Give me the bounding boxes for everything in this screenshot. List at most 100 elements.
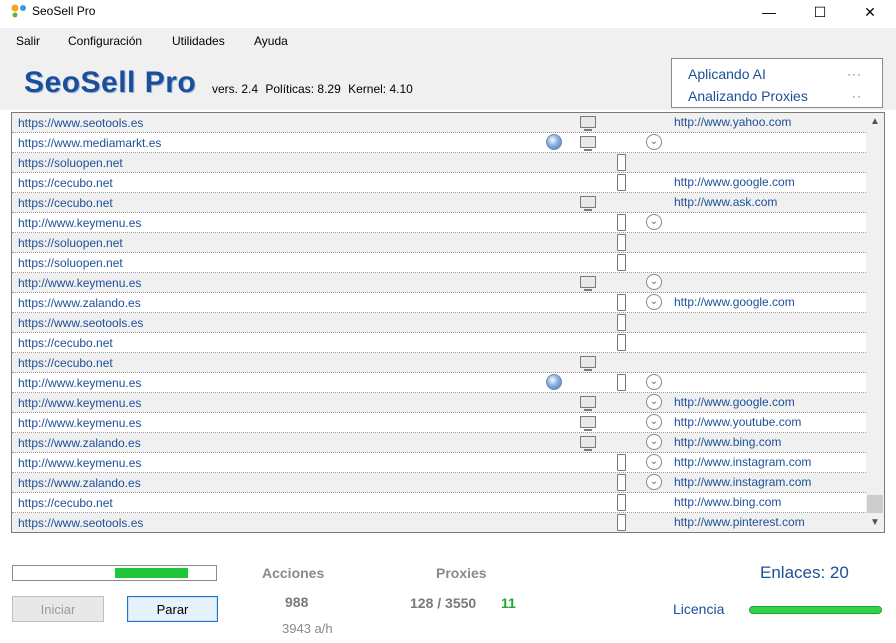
row-url: https://cecubo.net bbox=[18, 356, 113, 370]
chevron-up-icon[interactable]: ▲ bbox=[866, 113, 884, 131]
actions-rate: 3943 a/h bbox=[282, 621, 333, 636]
row-engine: http://www.google.com bbox=[674, 395, 795, 409]
table-row[interactable]: https://cecubo.net http://www.ask.com bbox=[12, 193, 866, 213]
row-url: https://www.seotools.es bbox=[18, 116, 144, 130]
row-url: http://www.keymenu.es bbox=[18, 456, 142, 470]
maximize-button[interactable]: ☐ bbox=[797, 0, 843, 24]
desktop-icon bbox=[580, 436, 596, 451]
row-engine: http://www.ask.com bbox=[674, 195, 778, 209]
mobile-icon bbox=[617, 254, 626, 271]
status-dots-proxies: ·· bbox=[852, 89, 862, 103]
chevron-circle-icon: ⌄ bbox=[646, 134, 662, 150]
table-row[interactable]: https://www.seotools.es http://www.yahoo.… bbox=[12, 113, 866, 133]
row-engine: http://www.instagram.com bbox=[674, 475, 812, 489]
row-url: https://www.zalando.es bbox=[18, 476, 141, 490]
scroll-thumb[interactable] bbox=[867, 495, 883, 513]
row-engine: http://www.google.com bbox=[674, 175, 795, 189]
table-row[interactable]: https://www.seotools.es http://www.pinter… bbox=[12, 513, 866, 532]
proxies-active: 11 bbox=[501, 595, 516, 611]
close-button[interactable]: ✕ bbox=[847, 0, 893, 24]
chevron-circle-icon: ⌄ bbox=[646, 414, 662, 430]
status-panel: Aplicando AI ··· Analizando Proxies ·· bbox=[671, 58, 883, 108]
mobile-icon bbox=[617, 154, 626, 171]
table-row[interactable]: http://www.keymenu.es ⌄ bbox=[12, 273, 866, 293]
table-row[interactable]: https://cecubo.net bbox=[12, 353, 866, 373]
row-engine: http://www.yahoo.com bbox=[674, 115, 792, 129]
license-bar bbox=[749, 606, 882, 614]
row-url: https://cecubo.net bbox=[18, 496, 113, 510]
row-url: https://www.zalando.es bbox=[18, 436, 141, 450]
menu-bar: Salir Configuración Utilidades Ayuda bbox=[0, 28, 896, 54]
mobile-icon bbox=[617, 234, 626, 251]
mobile-icon bbox=[617, 374, 626, 391]
table-row[interactable]: https://www.zalando.es ⌄ http://www.google… bbox=[12, 293, 866, 313]
proxies-value: 128 / 3550 bbox=[410, 595, 477, 611]
table-row[interactable]: https://www.zalando.es ⌄ http://www.instag… bbox=[12, 473, 866, 493]
brand-title: SeoSell Pro bbox=[24, 66, 197, 99]
table-row[interactable]: http://www.keymenu.es ⌄ bbox=[12, 373, 866, 393]
mobile-icon bbox=[617, 474, 626, 491]
menu-ayuda[interactable]: Ayuda bbox=[254, 34, 288, 48]
row-url: https://cecubo.net bbox=[18, 176, 113, 190]
mobile-icon bbox=[617, 454, 626, 471]
menu-configuracion[interactable]: Configuración bbox=[68, 34, 142, 48]
window-title: SeoSell Pro bbox=[32, 4, 96, 18]
chevron-circle-icon: ⌄ bbox=[646, 214, 662, 230]
chevron-circle-icon: ⌄ bbox=[646, 394, 662, 410]
status-line-proxies: Analizando Proxies bbox=[688, 88, 808, 104]
stop-button[interactable]: Parar bbox=[127, 596, 218, 622]
table-row[interactable]: https://cecubo.net bbox=[12, 333, 866, 353]
row-url: https://www.seotools.es bbox=[18, 316, 144, 330]
table-row[interactable]: https://cecubo.net http://www.bing.com bbox=[12, 493, 866, 513]
table-row[interactable]: https://soluopen.net bbox=[12, 253, 866, 273]
status-line-ai: Aplicando AI bbox=[688, 66, 766, 82]
mobile-icon bbox=[617, 174, 626, 191]
row-engine: http://www.bing.com bbox=[674, 435, 782, 449]
row-engine: http://www.bing.com bbox=[674, 495, 782, 509]
row-url: https://soluopen.net bbox=[18, 156, 123, 170]
kernel-text: Kernel: 4.10 bbox=[348, 82, 413, 96]
progress-bar bbox=[12, 565, 217, 581]
row-url: https://soluopen.net bbox=[18, 236, 123, 250]
chevron-down-icon[interactable]: ▼ bbox=[866, 514, 884, 532]
links-count: Enlaces: 20 bbox=[760, 563, 849, 582]
desktop-icon bbox=[580, 416, 596, 431]
license-label: Licencia bbox=[673, 601, 725, 617]
row-url: https://www.zalando.es bbox=[18, 296, 141, 310]
table-row[interactable]: https://www.zalando.es ⌄ http://www.bing.c… bbox=[12, 433, 866, 453]
menu-salir[interactable]: Salir bbox=[16, 34, 40, 48]
vertical-scrollbar[interactable]: ▲ ▼ bbox=[866, 113, 884, 532]
table-row[interactable]: https://www.seotools.es bbox=[12, 313, 866, 333]
table-row[interactable]: https://soluopen.net bbox=[12, 153, 866, 173]
mobile-icon bbox=[617, 214, 626, 231]
table-row[interactable]: https://cecubo.net http://www.google.com bbox=[12, 173, 866, 193]
row-engine: http://www.youtube.com bbox=[674, 415, 802, 429]
desktop-icon bbox=[580, 396, 596, 411]
start-button[interactable]: Iniciar bbox=[12, 596, 104, 622]
globe-icon bbox=[546, 374, 562, 390]
table-row[interactable]: http://www.keymenu.es ⌄ http://www.instagr… bbox=[12, 453, 866, 473]
desktop-icon bbox=[580, 116, 596, 131]
row-url: http://www.keymenu.es bbox=[18, 416, 142, 430]
table-row[interactable]: http://www.keymenu.es ⌄ bbox=[12, 213, 866, 233]
table-row[interactable]: http://www.keymenu.es ⌄ http://www.google.… bbox=[12, 393, 866, 413]
version-text: vers. 2.4 bbox=[212, 82, 259, 96]
progress-fill bbox=[115, 568, 188, 578]
title-bar: SeoSell Pro — ☐ ✕ bbox=[0, 0, 896, 24]
row-url: http://www.keymenu.es bbox=[18, 396, 142, 410]
menu-utilidades[interactable]: Utilidades bbox=[172, 34, 225, 48]
table-row[interactable]: https://soluopen.net bbox=[12, 233, 866, 253]
desktop-icon bbox=[580, 356, 596, 371]
table-row[interactable]: http://www.keymenu.es ⌄ http://www.youtube… bbox=[12, 413, 866, 433]
chevron-circle-icon: ⌄ bbox=[646, 454, 662, 470]
mobile-icon bbox=[617, 314, 626, 331]
chevron-circle-icon: ⌄ bbox=[646, 374, 662, 390]
url-list[interactable]: https://www.seotools.es http://www.pinter… bbox=[11, 112, 885, 533]
mobile-icon bbox=[617, 514, 626, 531]
row-url: http://www.keymenu.es bbox=[18, 376, 142, 390]
minimize-button[interactable]: — bbox=[746, 0, 792, 24]
policies-text: Políticas: 8.29 bbox=[265, 82, 341, 96]
table-row[interactable]: https://www.mediamarkt.es ⌄ bbox=[12, 133, 866, 153]
proxies-label: Proxies bbox=[436, 565, 487, 581]
chevron-circle-icon: ⌄ bbox=[646, 474, 662, 490]
